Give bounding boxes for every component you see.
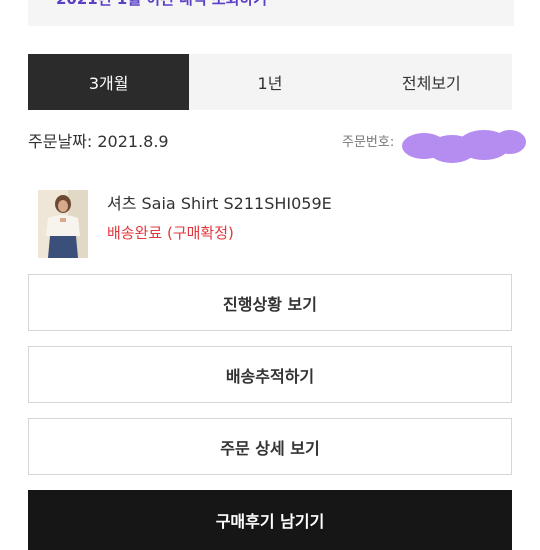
banner-text: 2021년 1월 이전 내역 조회하기 bbox=[56, 0, 267, 9]
tab-3-months[interactable]: 3개월 bbox=[28, 54, 190, 110]
tab-1-year[interactable]: 1년 bbox=[189, 54, 350, 110]
order-date: 주문날짜: 2021.8.9 bbox=[28, 132, 169, 151]
product-thumbnail[interactable] bbox=[38, 190, 88, 258]
previous-orders-banner[interactable]: 2021년 1월 이전 내역 조회하기 bbox=[28, 0, 514, 26]
track-delivery-button[interactable]: 배송추적하기 bbox=[28, 346, 512, 403]
order-detail-button[interactable]: 주문 상세 보기 bbox=[28, 418, 512, 475]
write-review-button[interactable]: 구매후기 남기기 bbox=[28, 490, 512, 550]
tab-all[interactable]: 전체보기 bbox=[351, 54, 512, 110]
view-progress-button[interactable]: 진행상황 보기 bbox=[28, 274, 512, 331]
delivery-status: 배송완료 (구매확정) bbox=[107, 224, 234, 242]
redacted-order-number bbox=[402, 130, 526, 163]
period-tabs: 3개월 1년 전체보기 bbox=[28, 54, 512, 110]
product-image bbox=[38, 190, 88, 258]
product-name[interactable]: 셔츠 Saia Shirt S211SHI059E bbox=[107, 190, 332, 214]
order-number-label: 주문번호: bbox=[342, 135, 395, 150]
